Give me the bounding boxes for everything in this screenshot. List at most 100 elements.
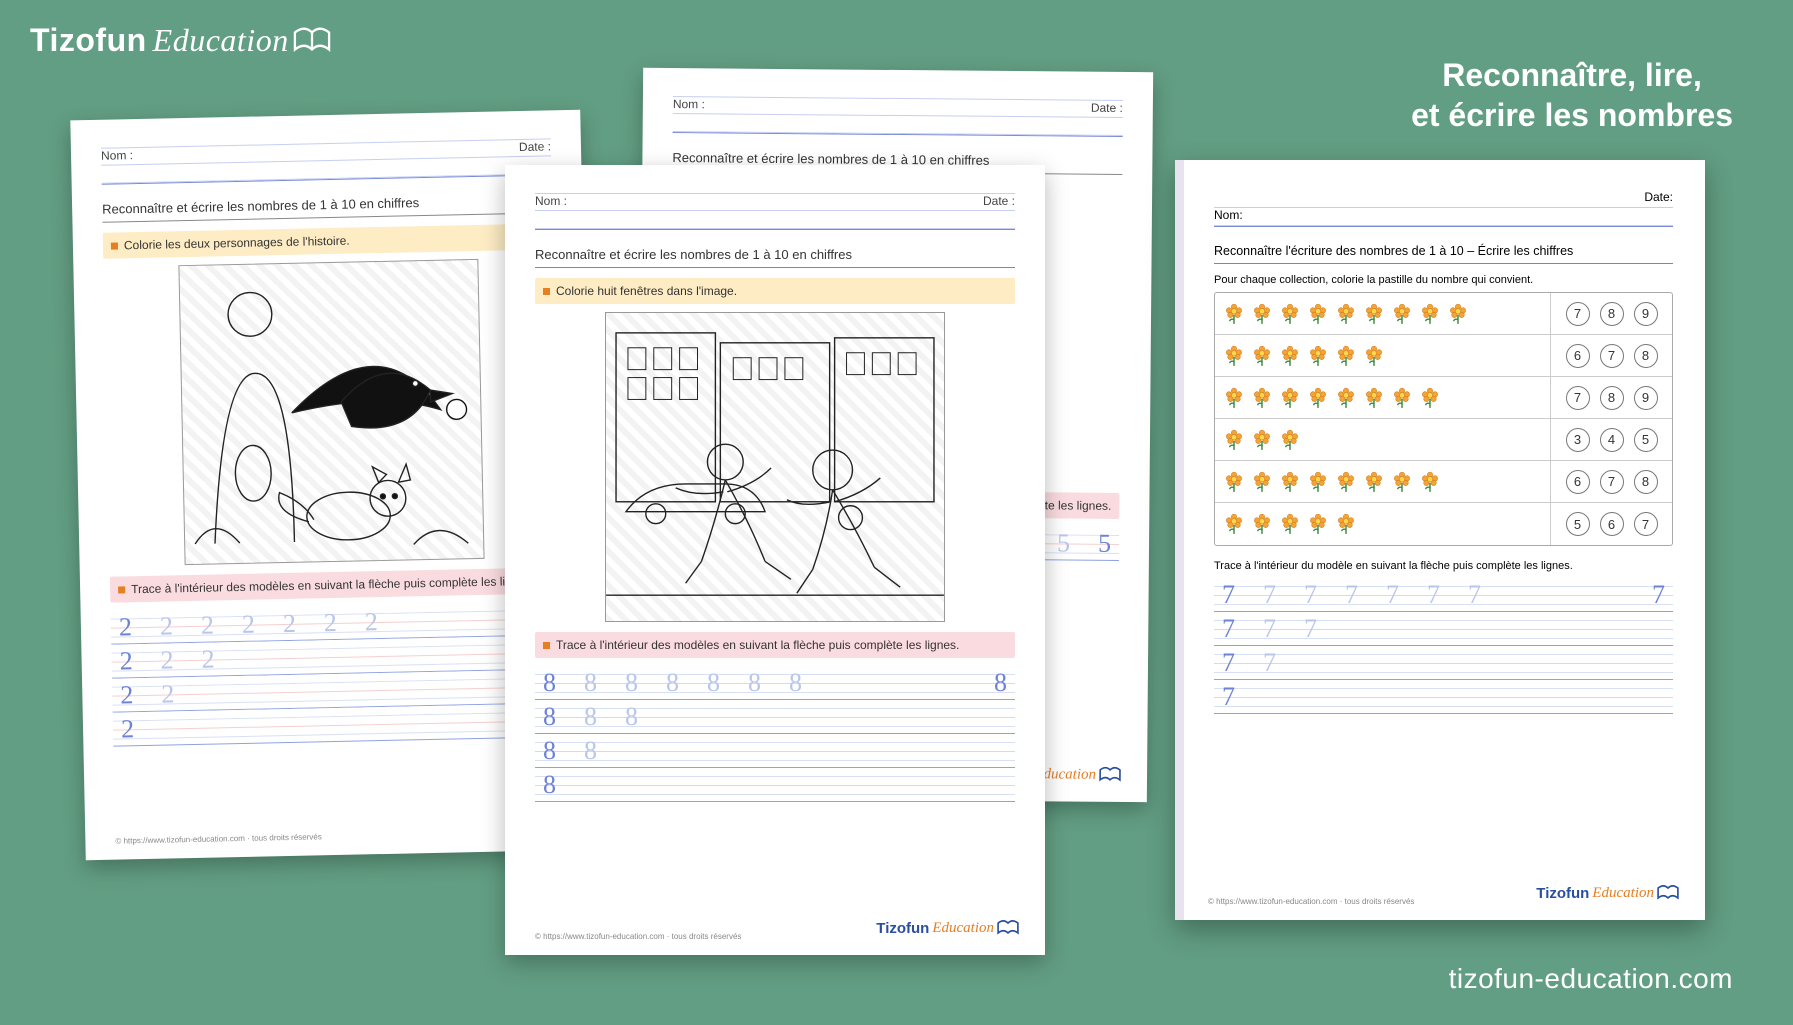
header-fields: Nom : Date : <box>535 193 1015 230</box>
trace-row: 88888888 <box>535 666 1015 700</box>
headline-line2: et écrire les nombres <box>1411 95 1733 135</box>
date-label: Date: <box>1644 190 1673 207</box>
flower-icon <box>1421 387 1439 409</box>
flower-icon <box>1449 303 1467 325</box>
flower-icon <box>1225 303 1243 325</box>
number-choice[interactable]: 8 <box>1634 470 1658 494</box>
trace-row: 77 <box>1214 646 1673 680</box>
instruction-trace: Trace à l'intérieur des modèles en suiva… <box>110 567 560 602</box>
sheet-title: Reconnaître et écrire les nombres de 1 à… <box>535 244 1015 268</box>
flower-icon <box>1365 387 1383 409</box>
flower-collection <box>1215 387 1550 409</box>
number-choice[interactable]: 9 <box>1634 302 1658 326</box>
illustration-runners <box>605 312 945 622</box>
flower-icon <box>1365 303 1383 325</box>
date-label: Date : <box>983 194 1015 210</box>
counting-table: 789678789345678567 <box>1214 292 1673 546</box>
number-choice[interactable]: 8 <box>1634 344 1658 368</box>
number-choices: 678 <box>1550 335 1672 376</box>
header-fields: Nom :Date : <box>673 96 1123 137</box>
number-choice[interactable]: 6 <box>1566 470 1590 494</box>
number-choice[interactable]: 6 <box>1566 344 1590 368</box>
number-choices: 678 <box>1550 461 1672 502</box>
headline: Reconnaître, lire, et écrire les nombres <box>1411 55 1733 135</box>
table-row: 345 <box>1215 419 1672 461</box>
number-choice[interactable]: 4 <box>1600 428 1624 452</box>
flower-icon <box>1281 387 1299 409</box>
worksheet-8: Nom : Date : Reconnaître et écrire les no… <box>505 165 1045 955</box>
flower-icon <box>1337 471 1355 493</box>
flower-icon <box>1281 429 1299 451</box>
trace-row: 88 <box>535 734 1015 768</box>
flower-icon <box>1337 303 1355 325</box>
flower-icon <box>1365 345 1383 367</box>
brand-sub: Education <box>153 22 289 59</box>
flower-icon <box>1253 471 1271 493</box>
flower-icon <box>1253 513 1271 535</box>
tracing-area: 2222222222222 <box>111 601 564 746</box>
number-choice[interactable]: 7 <box>1600 344 1624 368</box>
sheet-title: Reconnaître et écrire les nombres de 1 à… <box>102 189 552 222</box>
flower-icon <box>1421 471 1439 493</box>
number-choices: 789 <box>1550 293 1672 334</box>
flower-icon <box>1281 345 1299 367</box>
flower-collection <box>1215 345 1550 367</box>
flower-icon <box>1393 471 1411 493</box>
flower-collection <box>1215 471 1550 493</box>
table-row: 678 <box>1215 335 1672 377</box>
instruction-match: Pour chaque collection, colorie la pasti… <box>1214 274 1673 286</box>
number-choice[interactable]: 7 <box>1566 302 1590 326</box>
number-choices: 789 <box>1550 377 1672 418</box>
name-label: Nom: <box>1214 208 1243 225</box>
trace-row: 8 <box>535 768 1015 802</box>
instruction-color: Colorie huit fenêtres dans l'image. <box>535 278 1015 304</box>
number-choice[interactable]: 7 <box>1566 386 1590 410</box>
number-choice[interactable]: 5 <box>1634 428 1658 452</box>
flower-collection <box>1215 513 1550 535</box>
trace-row: 777 <box>1214 612 1673 646</box>
number-choice[interactable]: 8 <box>1600 386 1624 410</box>
table-row: 789 <box>1215 377 1672 419</box>
flower-icon <box>1281 513 1299 535</box>
trace-row: 888 <box>535 700 1015 734</box>
table-row: 678 <box>1215 461 1672 503</box>
flower-icon <box>1281 303 1299 325</box>
number-choice[interactable]: 7 <box>1634 512 1658 536</box>
header-fields: Date: Nom: <box>1214 190 1673 227</box>
flower-icon <box>1393 303 1411 325</box>
flower-icon <box>1309 345 1327 367</box>
flower-icon <box>1337 345 1355 367</box>
number-choice[interactable]: 5 <box>1566 512 1590 536</box>
number-choice[interactable]: 9 <box>1634 386 1658 410</box>
brand-logo: Tizofun Education <box>30 22 331 59</box>
flower-icon <box>1309 303 1327 325</box>
brand-name: Tizofun <box>30 22 147 59</box>
header-fields: Nom :Date : <box>101 138 552 184</box>
number-choices: 345 <box>1550 419 1672 460</box>
date-label: Date : <box>519 139 551 156</box>
number-choice[interactable]: 7 <box>1600 470 1624 494</box>
tracing-area: 77777777777777 <box>1214 578 1673 714</box>
flower-icon <box>1309 471 1327 493</box>
flower-icon <box>1225 513 1243 535</box>
flower-icon <box>1281 471 1299 493</box>
flower-icon <box>1309 387 1327 409</box>
illustration-crow-fox <box>178 259 484 565</box>
flower-icon <box>1225 387 1243 409</box>
trace-row: 7 <box>1214 680 1673 714</box>
number-choice[interactable]: 8 <box>1600 302 1624 326</box>
sheet-title: Reconnaître l'écriture des nombres de 1 … <box>1214 241 1673 264</box>
flower-icon <box>1225 345 1243 367</box>
flower-icon <box>1337 513 1355 535</box>
flower-icon <box>1337 387 1355 409</box>
tracing-area: 88888888888888 <box>535 666 1015 802</box>
name-label: Nom : <box>535 194 567 210</box>
copyright: © https://www.tizofun-education.com · to… <box>535 932 741 941</box>
number-choice[interactable]: 6 <box>1600 512 1624 536</box>
instruction-trace: Trace à l'intérieur du modèle en suivant… <box>1214 560 1673 572</box>
number-choices: 567 <box>1550 503 1672 545</box>
number-choice[interactable]: 3 <box>1566 428 1590 452</box>
flower-icon <box>1421 303 1439 325</box>
flower-icon <box>1365 471 1383 493</box>
flower-icon <box>1253 387 1271 409</box>
